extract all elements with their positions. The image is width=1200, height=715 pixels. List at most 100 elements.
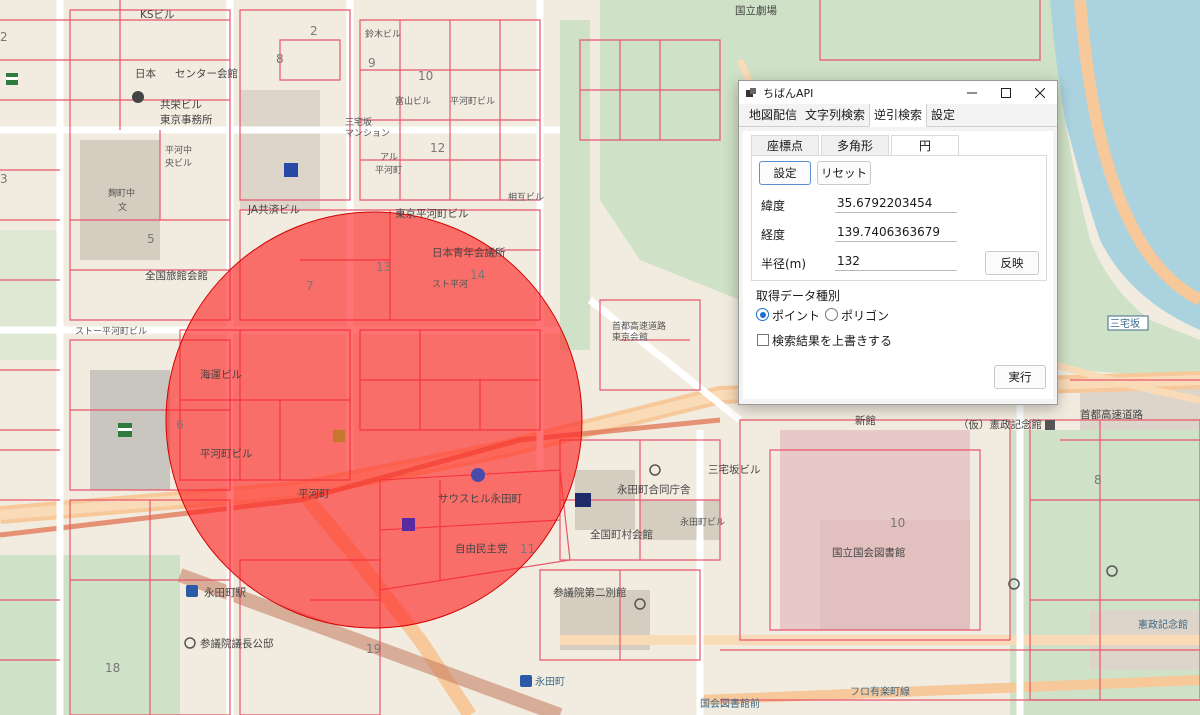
search-radius-circle xyxy=(165,211,583,629)
data-type-label: 取得データ種別 xyxy=(756,289,841,303)
tab-settings[interactable]: 設定 xyxy=(927,103,959,126)
info-icon xyxy=(132,91,144,103)
svg-text:平河町ビル: 平河町ビル xyxy=(200,448,253,460)
svg-text:フロ有楽町線: フロ有楽町線 xyxy=(850,685,910,698)
svg-text:全国町村会館: 全国町村会館 xyxy=(590,528,653,541)
overwrite-checkbox-label: 検索結果を上書きする xyxy=(772,334,893,348)
subtab-polygon[interactable]: 多角形 xyxy=(821,135,889,155)
svg-text:新館: 新館 xyxy=(855,414,876,427)
reverse-search-panel: 座標点 多角形 円 設定 リセット 緯度 35.6792203454 経度 13… xyxy=(743,131,1053,399)
svg-text:平河中: 平河中 xyxy=(165,144,192,156)
svg-text:スト平河: スト平河 xyxy=(432,278,468,290)
police-icon xyxy=(402,518,415,531)
radius-label: 半径(m) xyxy=(761,257,807,271)
svg-text:参議院議長公邸: 参議院議長公邸 xyxy=(200,637,274,650)
svg-text:アル: アル xyxy=(380,153,398,163)
svg-text:18: 18 xyxy=(105,661,120,675)
svg-text:富山ビル: 富山ビル xyxy=(395,95,431,107)
main-tabbar: 地図配信 文字列検索 逆引検索 設定 xyxy=(739,102,1057,127)
svg-text:共栄ビル: 共栄ビル xyxy=(160,98,202,111)
station-icon xyxy=(186,585,198,597)
svg-text:麹町中: 麹町中 xyxy=(108,187,135,199)
svg-text:東京会館: 東京会館 xyxy=(612,331,648,343)
svg-text:央ビル: 央ビル xyxy=(165,157,192,169)
svg-text:10: 10 xyxy=(418,69,433,83)
svg-text:14: 14 xyxy=(470,268,485,282)
svg-text:8: 8 xyxy=(1094,473,1102,487)
svg-text:サウスヒル永田町: サウスヒル永田町 xyxy=(438,492,522,505)
point-radio-label: ポイント xyxy=(772,309,821,323)
subtab-circle[interactable]: 円 xyxy=(891,135,959,155)
maximize-button[interactable] xyxy=(989,81,1023,104)
minimize-button[interactable] xyxy=(955,81,989,104)
svg-text:永田町合同庁舎: 永田町合同庁舎 xyxy=(617,483,691,496)
svg-text:11: 11 xyxy=(520,542,535,556)
svg-text:相互ビル: 相互ビル xyxy=(508,191,544,203)
svg-text:東京平河町ビル: 東京平河町ビル xyxy=(395,207,469,220)
svg-text:JA共済ビル: JA共済ビル xyxy=(247,203,300,216)
run-button[interactable]: 実行 xyxy=(994,365,1046,389)
svg-text:3: 3 xyxy=(0,172,8,186)
reset-button[interactable]: リセット xyxy=(817,161,871,185)
museum-icon xyxy=(1045,420,1055,430)
shape-subtabs: 座標点 多角形 円 xyxy=(751,135,961,155)
svg-text:首都高速道路: 首都高速道路 xyxy=(612,320,666,332)
svg-text:日本青年会議所: 日本青年会議所 xyxy=(432,246,506,259)
hotel-icon xyxy=(575,493,591,507)
svg-text:6: 6 xyxy=(176,418,184,432)
close-icon xyxy=(1035,87,1045,98)
svg-text:19: 19 xyxy=(366,642,381,656)
minimize-icon xyxy=(967,92,977,93)
svg-text:自由民主党: 自由民主党 xyxy=(455,542,508,555)
svg-text:マンション: マンション xyxy=(345,129,390,139)
svg-text:KSビル: KSビル xyxy=(140,9,175,21)
latitude-field[interactable]: 35.6792203454 xyxy=(835,194,957,213)
svg-text:7: 7 xyxy=(306,279,314,293)
parking-icon xyxy=(333,430,345,442)
svg-text:憲政記念館: 憲政記念館 xyxy=(1138,618,1188,631)
overwrite-checkbox[interactable] xyxy=(757,334,769,346)
polygon-radio[interactable] xyxy=(825,308,838,321)
svg-text:参議院第二別館: 参議院第二別館 xyxy=(553,586,627,599)
app-icon xyxy=(746,87,756,97)
set-button[interactable]: 設定 xyxy=(759,161,811,185)
svg-text:永田町: 永田町 xyxy=(535,675,565,688)
apply-button[interactable]: 反映 xyxy=(985,251,1039,275)
subtab-point[interactable]: 座標点 xyxy=(751,135,819,155)
svg-text:海運ビル: 海運ビル xyxy=(200,368,242,381)
svg-text:三宅坂: 三宅坂 xyxy=(1110,317,1140,330)
title-bar[interactable]: ちばんAPI xyxy=(739,81,1057,104)
svg-text:永田町ビル: 永田町ビル xyxy=(680,516,725,528)
longitude-label: 経度 xyxy=(761,228,786,242)
svg-text:2: 2 xyxy=(310,24,318,38)
radius-field[interactable]: 132 xyxy=(835,252,957,271)
svg-text:10: 10 xyxy=(890,516,905,530)
station-icon xyxy=(471,468,485,482)
polygon-radio-label: ポリゴン xyxy=(841,309,890,323)
tab-reverse-search[interactable]: 逆引検索 xyxy=(869,102,928,127)
svg-text:平河町: 平河町 xyxy=(298,488,330,500)
svg-text:三宅坂ビル: 三宅坂ビル xyxy=(708,463,761,476)
svg-text:全国旅館会館: 全国旅館会館 xyxy=(145,269,208,282)
svg-text:文: 文 xyxy=(118,201,127,213)
svg-text:2: 2 xyxy=(0,30,8,44)
longitude-field[interactable]: 139.7406363679 xyxy=(835,223,957,242)
svg-text:東京事務所: 東京事務所 xyxy=(160,113,213,126)
tab-text-search[interactable]: 文字列検索 xyxy=(801,103,869,126)
close-button[interactable] xyxy=(1023,81,1057,104)
circle-settings-panel: 設定 リセット 緯度 35.6792203454 経度 139.74063636… xyxy=(751,155,1047,281)
svg-text:9: 9 xyxy=(368,56,376,70)
svg-text:5: 5 xyxy=(147,232,155,246)
svg-text:鈴木ビル: 鈴木ビル xyxy=(365,28,401,40)
svg-text:三宅坂: 三宅坂 xyxy=(345,116,372,128)
svg-text:平河町ビル: 平河町ビル xyxy=(450,95,495,107)
tab-map-delivery[interactable]: 地図配信 xyxy=(745,103,801,126)
svg-text:首都高速道路: 首都高速道路 xyxy=(1080,408,1143,421)
chiban-api-window: ちばんAPI 地図配信 文字列検索 逆引検索 設定 座標点 多角形 円 設定 リ… xyxy=(738,80,1058,405)
maximize-icon xyxy=(1001,87,1011,98)
svg-text:センター会館: センター会館 xyxy=(175,67,238,80)
police-icon xyxy=(284,163,298,177)
point-radio[interactable] xyxy=(756,308,769,321)
svg-text:12: 12 xyxy=(430,141,445,155)
svg-text:日本: 日本 xyxy=(135,67,156,80)
